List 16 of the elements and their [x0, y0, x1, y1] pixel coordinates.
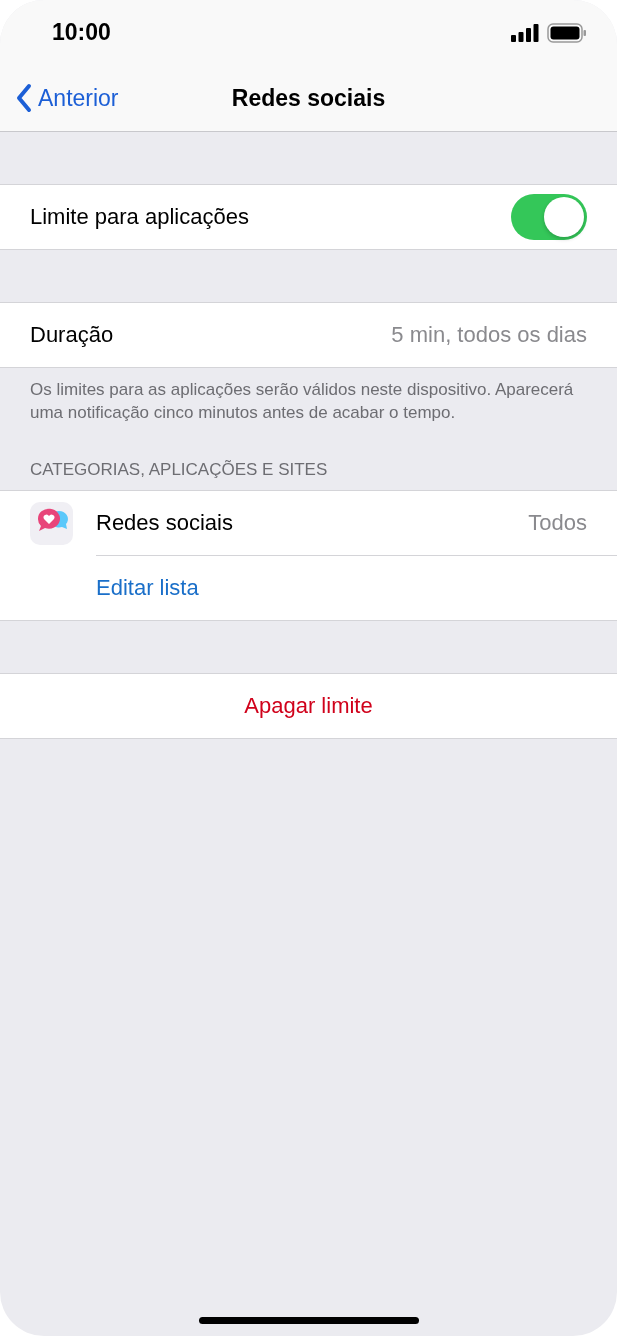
signal-icon [511, 23, 539, 42]
nav-title: Redes sociais [231, 84, 386, 112]
section-header: CATEGORIAS, APLICAÇÕES E SITES [29, 459, 329, 481]
edit-list-link[interactable]: Editar lista [96, 575, 199, 601]
battery-icon [547, 22, 587, 43]
toggle-switch[interactable] [511, 194, 587, 240]
row-label: Limite para aplicações [30, 204, 249, 230]
footer-note: Os limites para as aplicações serão válidos neste dispositivo. Aparecerá uma notificação cinco minutos antes de acabar o tempo. [29, 379, 575, 424]
category-label: Redes sociais [96, 510, 233, 536]
back-button[interactable]: Anterior [16, 83, 119, 113]
chevron-left-icon [16, 83, 32, 113]
row-label: Duração [30, 322, 114, 348]
chat-bubbles-icon [30, 501, 73, 545]
row-value: 5 min, todos os dias [391, 322, 587, 348]
status-time: 10:00 [52, 19, 111, 46]
category-value: Todos [528, 510, 587, 536]
